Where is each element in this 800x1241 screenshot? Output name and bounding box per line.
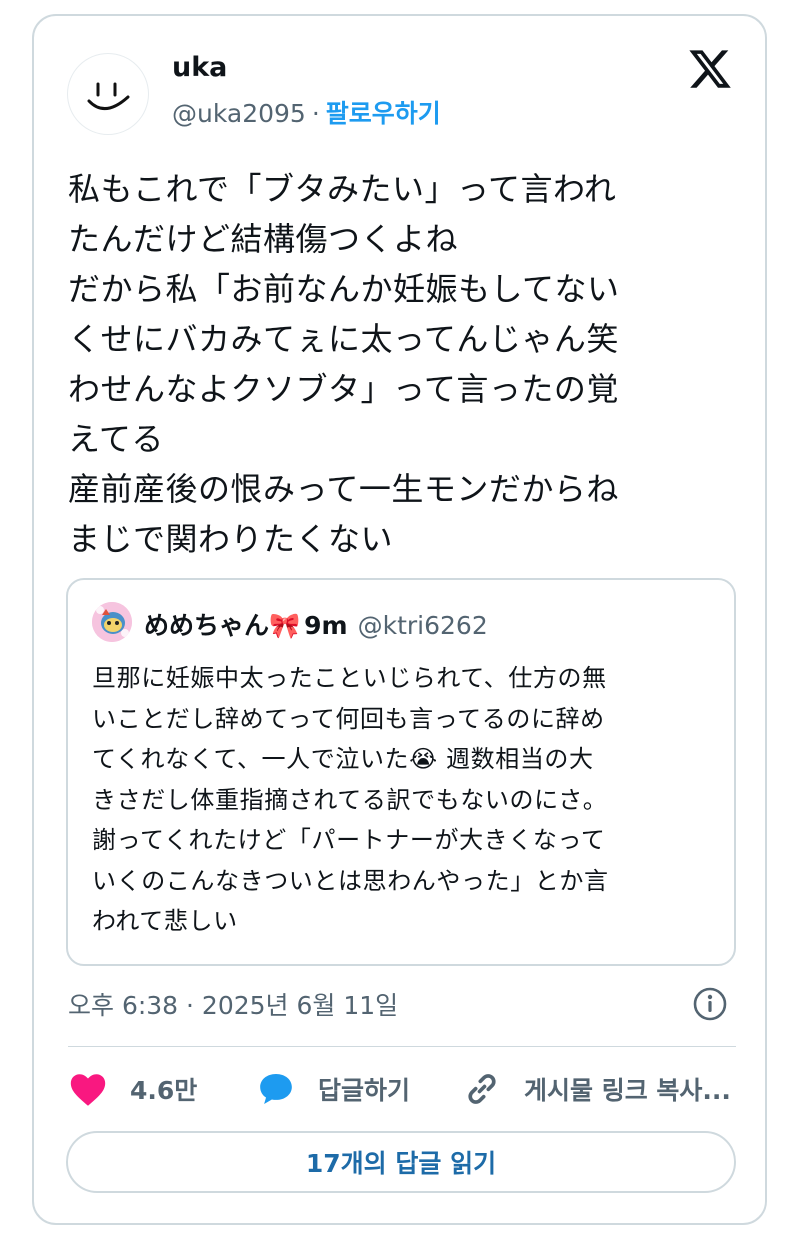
- copy-link-button[interactable]: 게시물 링크 복사...: [462, 1069, 731, 1109]
- author-handle[interactable]: @uka2095: [172, 99, 306, 128]
- quoted-header: めめちゃん🎀 9m @ktri6262: [144, 606, 488, 642]
- smiley-face-icon: [87, 82, 130, 110]
- quoted-author-handle: @ktri6262: [357, 611, 488, 640]
- reply-button[interactable]: 답글하기: [256, 1069, 410, 1109]
- timestamp[interactable]: 오후 6:38 · 2025년 6월 11일: [68, 986, 398, 1022]
- divider: [68, 1046, 736, 1047]
- read-replies-button[interactable]: 17개의 답글 읽기: [66, 1131, 736, 1193]
- tweet-card: uka @uka2095 · 팔로우하기 私もこれで「ブタみたい」って言われ たんだ…: [32, 14, 767, 1225]
- author-avatar[interactable]: [68, 54, 148, 134]
- quoted-avatar-icon: [92, 602, 132, 642]
- reply-bubble-icon: [260, 1073, 292, 1105]
- separator-dot: ·: [311, 99, 320, 128]
- quoted-author-avatar: [92, 602, 132, 642]
- x-logo-icon[interactable]: [687, 46, 733, 92]
- quoted-time: 9m: [304, 611, 348, 640]
- author-name[interactable]: uka: [172, 52, 227, 83]
- copy-link-label: 게시물 링크 복사...: [524, 1076, 731, 1105]
- link-icon: [468, 1074, 496, 1104]
- reply-label: 답글하기: [318, 1076, 411, 1105]
- like-count: 4.6만: [130, 1076, 198, 1105]
- info-icon[interactable]: [692, 986, 728, 1022]
- tweet-text: 私もこれで「ブタみたい」って言われ たんだけど結構傷つくよね だから私「お前なん…: [68, 170, 620, 558]
- like-button[interactable]: 4.6만: [68, 1069, 197, 1109]
- follow-button[interactable]: 팔로우하기: [326, 99, 441, 128]
- author-handle-row: @uka2095 · 팔로우하기: [172, 94, 441, 130]
- quoted-tweet[interactable]: めめちゃん🎀 9m @ktri6262 旦那に妊娠中太ったこといじられて、仕方の無 …: [66, 578, 736, 966]
- quoted-text: 旦那に妊娠中太ったこといじられて、仕方の無 いことだし辞めてって何回も言ってるの…: [92, 664, 609, 935]
- quoted-author-name[interactable]: めめちゃん🎀: [144, 611, 300, 640]
- heart-icon: [70, 1074, 106, 1106]
